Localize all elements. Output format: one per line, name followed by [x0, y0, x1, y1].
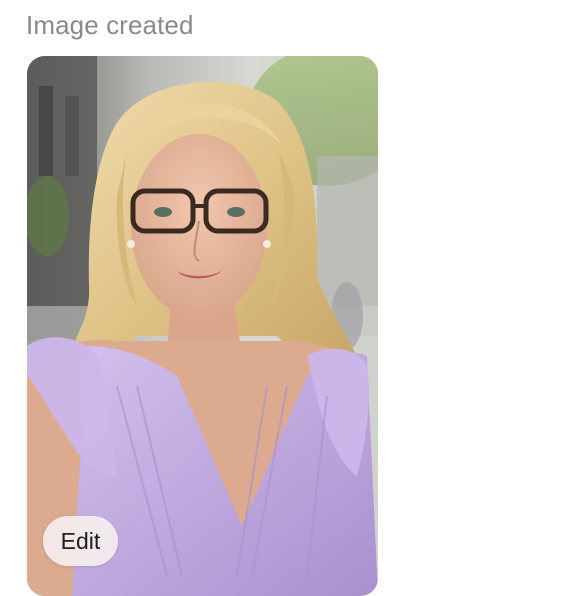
status-label: Image created	[26, 10, 194, 40]
generated-image[interactable]	[27, 56, 378, 596]
portrait-image	[27, 56, 378, 596]
edit-button[interactable]: Edit	[43, 516, 118, 566]
